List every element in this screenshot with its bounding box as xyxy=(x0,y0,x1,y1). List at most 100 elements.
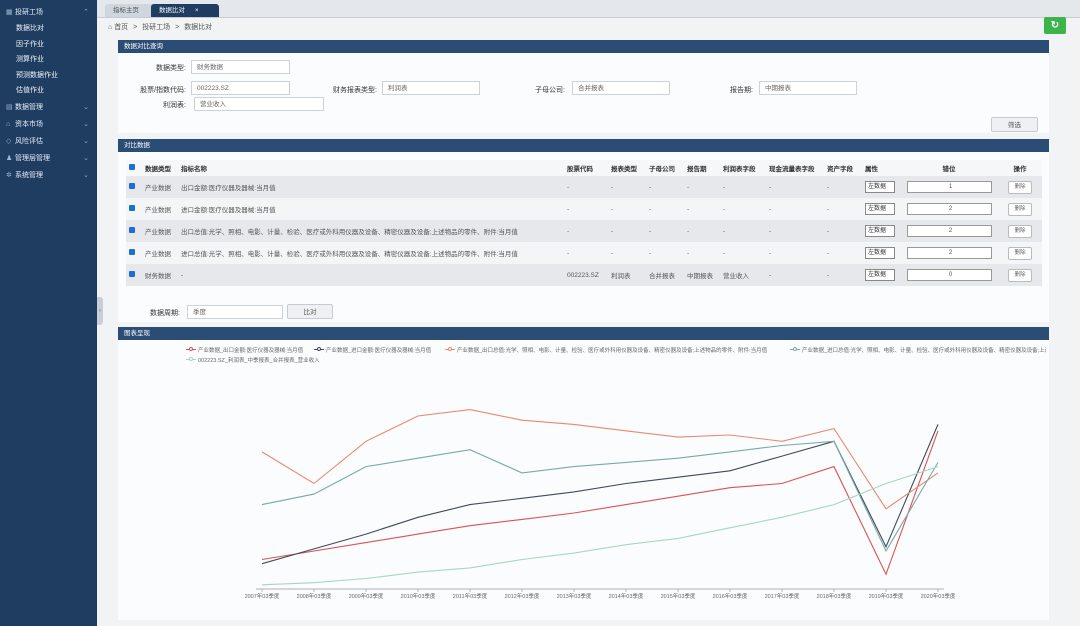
subsidiary-select[interactable]: 合并报表 xyxy=(572,81,670,95)
cell-sub: - xyxy=(646,198,684,220)
home-icon[interactable]: ⌂ xyxy=(108,24,112,31)
attr-select[interactable]: 左数据 xyxy=(865,225,895,237)
breadcrumb-level1[interactable]: 投研工场 xyxy=(142,24,170,31)
cell-code: - xyxy=(564,198,608,220)
delete-button[interactable]: 删除 xyxy=(1008,246,1032,260)
subsidiary-label: 子母公司: xyxy=(535,87,565,94)
chevron-down-icon: ⌄ xyxy=(83,103,89,111)
cell-afield: - xyxy=(824,220,862,242)
sidebar-item-factor-job[interactable]: 因子作业 xyxy=(0,37,97,53)
close-icon[interactable]: × xyxy=(195,7,199,14)
report-type-select[interactable]: 利润表 xyxy=(382,81,480,95)
cell-sub: - xyxy=(646,242,684,264)
cell-op: 删除 xyxy=(998,198,1042,220)
breadcrumb-home[interactable]: 首页 xyxy=(114,24,128,31)
legend-label: 产业数据_进口金额:医疗仪器及器械:当月值 xyxy=(326,348,432,354)
legend-marker[interactable] xyxy=(790,347,800,351)
offset-input[interactable]: 2 xyxy=(906,203,992,215)
legend-marker[interactable] xyxy=(314,347,324,351)
select-all-checkbox[interactable] xyxy=(126,160,142,176)
breadcrumb-sep: > xyxy=(133,24,138,31)
offset-input[interactable]: 2 xyxy=(906,247,992,259)
cell-rtype: - xyxy=(608,242,646,264)
attr-select[interactable]: 左数据 xyxy=(865,247,895,259)
row-checkbox[interactable] xyxy=(126,220,142,242)
cell-type: 产业数据 xyxy=(142,198,178,220)
attr-select[interactable]: 左数据 xyxy=(865,269,895,281)
shield-icon: ◇ xyxy=(6,137,12,145)
period-select[interactable]: 中期报表 xyxy=(759,81,857,95)
sidebar-section-system[interactable]: ✲ 系统管理 ⌄ xyxy=(0,167,97,184)
sidebar-item-valuation-job[interactable]: 估值作业 xyxy=(0,83,97,99)
cell-rtype: - xyxy=(608,220,646,242)
cell-period: - xyxy=(684,220,720,242)
cell-sub: 合并报表 xyxy=(646,264,684,286)
delete-button[interactable]: 删除 xyxy=(1008,180,1032,194)
table-row: 产业数据 出口总值:光学、照相、电影、计量、检验、医疗或外科用仪器及设备、精密仪器… xyxy=(126,220,1042,242)
tab-data-compare[interactable]: 数据比对 × xyxy=(151,4,219,17)
cell-op: 删除 xyxy=(998,176,1042,198)
tab-home[interactable]: 指标主页 xyxy=(105,4,157,17)
stock-code-input[interactable]: 002223.SZ xyxy=(191,81,290,95)
offset-input[interactable]: 2 xyxy=(906,225,992,237)
delete-button[interactable]: 删除 xyxy=(1008,224,1032,238)
sidebar-collapse-handle[interactable]: ‹ xyxy=(97,297,103,325)
legend-dot xyxy=(189,357,193,361)
sidebar-section-data[interactable]: ▤ 数据管理 ⌄ xyxy=(0,99,97,116)
legend-dot xyxy=(448,347,452,351)
legend-marker[interactable] xyxy=(186,347,196,351)
sidebar-section-label: 资本市场 xyxy=(14,120,43,128)
cell-offset: 2 xyxy=(900,220,998,242)
cell-afield: - xyxy=(824,242,862,264)
chevron-up-icon: ⌃ xyxy=(83,9,89,16)
cell-cfield: - xyxy=(766,242,824,264)
cell-pfield: - xyxy=(720,220,766,242)
offset-input[interactable]: 0 xyxy=(906,269,992,281)
sidebar-item-forecast-job[interactable]: 预测数据作业 xyxy=(0,68,97,84)
cell-attr: 左数据 xyxy=(862,242,900,264)
legend-label: 产业数据_出口总值:光学、照相、电影、计量、检验、医疗或外科用仪器及设备、精密仪… xyxy=(457,348,768,354)
sidebar-section-research[interactable]: ▦ 投研工场 ⌃ xyxy=(0,4,97,21)
sidebar-item-calc-job[interactable]: 测算作业 xyxy=(0,52,97,68)
row-checkbox[interactable] xyxy=(126,198,142,220)
cycle-select[interactable]: 季度 xyxy=(187,305,283,319)
data-type-label: 数据类型: xyxy=(156,65,186,72)
cell-cfield: - xyxy=(766,264,824,286)
sidebar-item-data-compare[interactable]: 数据比对 xyxy=(0,21,97,37)
col-header: 报告期 xyxy=(684,160,720,176)
row-checkbox[interactable] xyxy=(126,264,142,286)
chevron-down-icon: ⌄ xyxy=(83,137,89,145)
row-checkbox[interactable] xyxy=(126,176,142,198)
sidebar-section-label: 数据管理 xyxy=(14,103,43,111)
refresh-button[interactable]: ↻ xyxy=(1044,17,1066,34)
legend-label: 产业数据_进口总值:光学、照相、电影、计量、检验、医疗或外科用仪器及设备、精密仪… xyxy=(802,348,1046,354)
cell-op: 删除 xyxy=(998,242,1042,264)
legend-marker[interactable] xyxy=(186,357,196,361)
sidebar-section-capital[interactable]: ⌂ 资本市场 ⌄ xyxy=(0,116,97,133)
legend-dot xyxy=(793,347,797,351)
legend-marker[interactable] xyxy=(445,347,455,351)
profit-select[interactable]: 营业收入 xyxy=(194,97,324,111)
delete-button[interactable]: 删除 xyxy=(1008,268,1032,282)
table-row: 产业数据 进口总值:光学、照相、电影、计量、检验、医疗或外科用仪器及设备、精密仪器… xyxy=(126,242,1042,264)
cell-attr: 左数据 xyxy=(862,198,900,220)
delete-button[interactable]: 删除 xyxy=(1008,202,1032,216)
compare-table: 数据类型 指标名称 股票代码 报表类型 子母公司 报告期 利润表字段 现金流量表… xyxy=(126,160,1042,286)
table-row: 产业数据 进口金额:医疗仪器及器械:当月值 - - - - - - - 左数据 2 删除 xyxy=(126,198,1042,220)
report-type-label: 财务报表类型: xyxy=(333,87,377,94)
compare-button[interactable]: 比对 xyxy=(287,304,333,319)
sidebar-section-risk[interactable]: ◇ 风险评估 ⌄ xyxy=(0,133,97,150)
data-type-select[interactable]: 财务数据 xyxy=(191,60,290,74)
sidebar-section-management[interactable]: ♟ 管理层管理 ⌄ xyxy=(0,150,97,167)
cell-code: - xyxy=(564,220,608,242)
cell-code: - xyxy=(564,176,608,198)
attr-select[interactable]: 左数据 xyxy=(865,181,895,193)
cell-rtype: - xyxy=(608,198,646,220)
chevron-down-icon: ⌄ xyxy=(83,154,89,162)
row-checkbox[interactable] xyxy=(126,242,142,264)
attr-select[interactable]: 左数据 xyxy=(865,203,895,215)
filter-button[interactable]: 筛选 xyxy=(991,117,1038,132)
chevron-down-icon: ⌄ xyxy=(83,120,89,128)
offset-input[interactable]: 1 xyxy=(906,181,992,193)
sidebar: ▦ 投研工场 ⌃ 数据比对 因子作业 测算作业 预测数据作业 估值作业 ▤ 数据… xyxy=(0,0,103,626)
